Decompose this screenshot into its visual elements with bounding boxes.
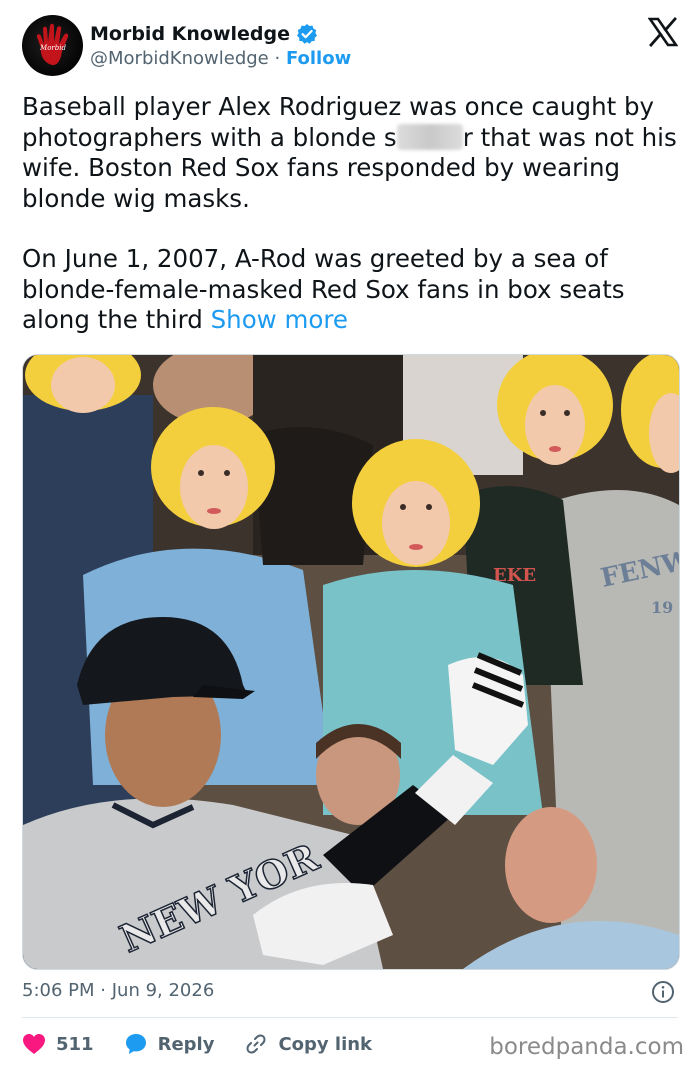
handle-row: @MorbidKnowledge · Follow [90,48,351,69]
name-row: Morbid Knowledge [90,21,318,47]
info-circle-icon[interactable] [651,980,675,1004]
show-more-link[interactable]: Show more [211,305,348,334]
reply-label: Reply [157,1033,215,1055]
timestamp-separator: · [100,980,106,1001]
jersey-text-number: 19 [651,598,673,617]
tweet-paragraph-1: Baseball player Alex Rodriguez was once … [22,92,682,214]
display-name[interactable]: Morbid Knowledge [90,23,290,45]
svg-text:Morbid: Morbid [39,44,66,52]
copy-link-label: Copy link [278,1033,373,1055]
reply-button[interactable]: Reply [124,1032,215,1056]
tweet-text: Baseball player Alex Rodriguez was once … [22,92,682,336]
blurred-word [396,123,463,150]
tweet-paragraph-2: On June 1, 2007, A-Rod was greeted by a … [22,244,682,336]
tweet-header: Morbid Morbid Knowledge @MorbidKnowledge… [22,15,682,79]
tweet-photo[interactable]: FENW 19 EKE NEW YOR [22,354,680,970]
verified-badge-icon [297,24,318,44]
tweet-timestamp[interactable]: 5:06 PM · Jun 9, 2026 [22,980,214,1001]
watermark: boredpanda.com [489,1034,684,1060]
tweet-time: 5:06 PM [22,980,95,1001]
divider [22,1017,678,1018]
avatar[interactable]: Morbid [22,15,83,76]
tweet-actions: 511 Reply Copy link [22,1028,402,1060]
link-icon [246,1034,266,1054]
handle[interactable]: @MorbidKnowledge [90,48,269,69]
handle-separator: · [274,48,281,69]
mask-3 [352,439,480,567]
like-count: 511 [56,1033,94,1055]
follow-button[interactable]: Follow [286,48,351,69]
like-button[interactable]: 511 [22,1033,94,1055]
stadium-photo: FENW 19 EKE NEW YOR [23,355,679,969]
speech-bubble-icon [125,1034,146,1054]
copy-link-button[interactable]: Copy link [244,1032,372,1056]
x-logo-icon[interactable] [648,17,678,47]
red-handprint-logo-icon: Morbid [36,23,69,66]
heart-icon [23,1034,45,1054]
tweet-date: Jun 9, 2026 [111,980,215,1001]
